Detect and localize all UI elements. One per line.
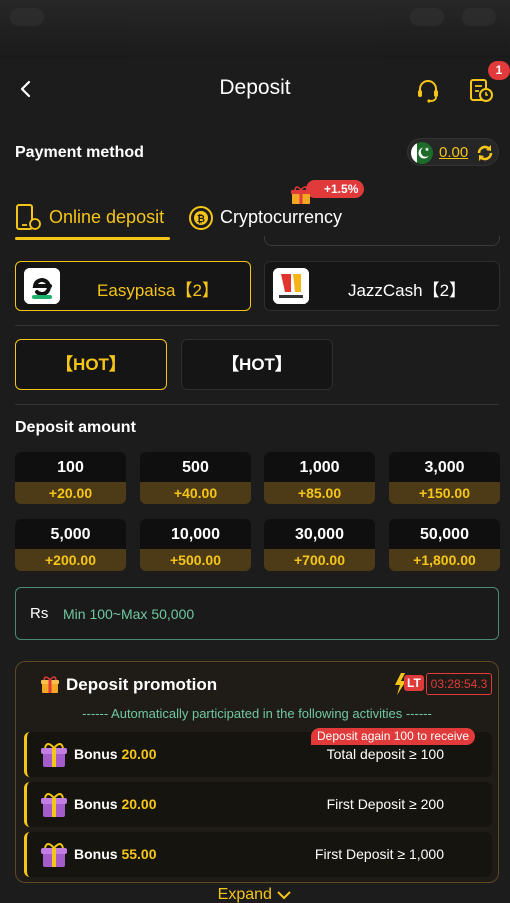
channel-hot-2[interactable]: 【HOT】 <box>181 339 333 390</box>
tab-cryptocurrency[interactable]: ₿ Cryptocurrency <box>186 200 366 238</box>
tab-panel-edge <box>264 236 500 246</box>
bonus-condition: First Deposit ≥ 1,000 <box>314 846 444 862</box>
bonus-line: Bonus 55.00 <box>74 846 157 862</box>
mobile-payment-icon <box>16 204 41 230</box>
amount-option-5000[interactable]: 5,000 +200.00 <box>15 519 126 571</box>
refresh-icon[interactable] <box>474 142 496 164</box>
bonus-line: Bonus 20.00 <box>74 796 157 812</box>
amount-value: 3,000 <box>424 459 465 476</box>
bonus-line: Bonus 20.00 <box>74 746 157 762</box>
promotion-row[interactable]: Bonus 20.00 First Deposit ≥ 200 <box>24 782 492 827</box>
payment-method-label: Payment method <box>15 144 144 161</box>
promotion-subtitle: ------ Automatically participated in the… <box>82 706 432 721</box>
amount-value: 10,000 <box>171 526 220 543</box>
divider <box>15 404 499 405</box>
deposit-amount-input[interactable]: Rs Min 100~Max 50,000 <box>15 587 499 640</box>
gift-icon <box>291 186 311 204</box>
chevron-down-icon <box>277 891 292 900</box>
method-label: JazzCash【2】 <box>347 281 467 300</box>
amount-option-50000[interactable]: 50,000 +1,800.00 <box>389 519 500 571</box>
bonus-condition: First Deposit ≥ 200 <box>326 796 444 812</box>
svg-text:₿: ₿ <box>197 213 205 225</box>
gift-box-icon <box>41 793 67 817</box>
bonus-condition: Total deposit ≥ 100 <box>326 746 444 762</box>
gift-box-icon <box>41 843 67 867</box>
deposit-again-tip: Deposit again 100 to receive <box>311 728 476 745</box>
amount-value: 30,000 <box>295 526 344 543</box>
amount-placeholder: Min 100~Max 50,000 <box>63 606 195 622</box>
method-easypaisa[interactable]: Easypaisa【2】 <box>15 261 251 311</box>
limited-time-countdown: LT 03:28:54.3 <box>393 673 492 695</box>
amount-bonus: +200.00 <box>15 549 126 571</box>
countdown-timer: 03:28:54.3 <box>426 673 492 695</box>
method-label: Easypaisa【2】 <box>97 281 219 300</box>
gift-box-icon <box>41 743 67 767</box>
amount-bonus: +85.00 <box>264 482 375 504</box>
expand-button[interactable]: Expand <box>0 886 510 903</box>
promotion-row[interactable]: Bonus 55.00 First Deposit ≥ 1,000 <box>24 832 492 877</box>
pakistan-flag-icon <box>411 142 433 164</box>
lt-label: LT <box>404 675 424 691</box>
header: Deposit <box>0 64 510 114</box>
amount-bonus: +20.00 <box>15 482 126 504</box>
amount-value: 100 <box>57 459 84 476</box>
amount-option-3000[interactable]: 3,000 +150.00 <box>389 452 500 504</box>
amount-bonus: +1,800.00 <box>389 549 500 571</box>
crypto-bonus-badge: +1.5% <box>306 180 365 198</box>
amount-option-500[interactable]: 500 +40.00 <box>140 452 251 504</box>
deposit-promotion-panel: Deposit promotion LT 03:28:54.3 ------ A… <box>15 661 499 883</box>
tab-label: Cryptocurrency <box>220 207 343 227</box>
notification-badge: 1 <box>488 61 510 80</box>
bitcoin-icon: ₿ <box>189 206 213 230</box>
tab-label: Online deposit <box>49 207 165 227</box>
amount-bonus: +150.00 <box>389 482 500 504</box>
amount-value: 500 <box>182 459 209 476</box>
balance-pill: 0.00 <box>407 138 499 166</box>
expand-label: Expand <box>217 886 272 903</box>
amount-value: 1,000 <box>299 459 340 476</box>
amount-option-1000[interactable]: 1,000 +85.00 <box>264 452 375 504</box>
active-tab-indicator <box>15 237 170 240</box>
amount-option-10000[interactable]: 10,000 +500.00 <box>140 519 251 571</box>
tab-online-deposit[interactable]: Online deposit <box>15 200 175 240</box>
deposit-history-icon[interactable] <box>467 76 495 104</box>
amount-option-30000[interactable]: 30,000 +700.00 <box>264 519 375 571</box>
balance-amount: 0.00 <box>439 144 469 161</box>
amount-value: 5,000 <box>50 526 91 543</box>
gift-icon <box>41 676 59 693</box>
amount-option-100[interactable]: 100 +20.00 <box>15 452 126 504</box>
blurred-element <box>410 8 444 26</box>
customer-service-icon[interactable] <box>414 76 442 104</box>
method-jazzcash[interactable]: JazzCash【2】 <box>264 261 500 311</box>
currency-symbol: Rs <box>30 605 49 622</box>
deposit-amount-label: Deposit amount <box>15 419 136 436</box>
channel-hot-1[interactable]: 【HOT】 <box>15 339 167 390</box>
promotion-title: Deposit promotion <box>66 675 218 694</box>
blurred-element <box>10 8 44 26</box>
amount-bonus: +700.00 <box>264 549 375 571</box>
background-strip <box>0 0 510 58</box>
blurred-element <box>462 8 496 26</box>
amount-bonus: +500.00 <box>140 549 251 571</box>
amount-value: 50,000 <box>420 526 469 543</box>
amount-bonus: +40.00 <box>140 482 251 504</box>
divider <box>15 325 499 326</box>
